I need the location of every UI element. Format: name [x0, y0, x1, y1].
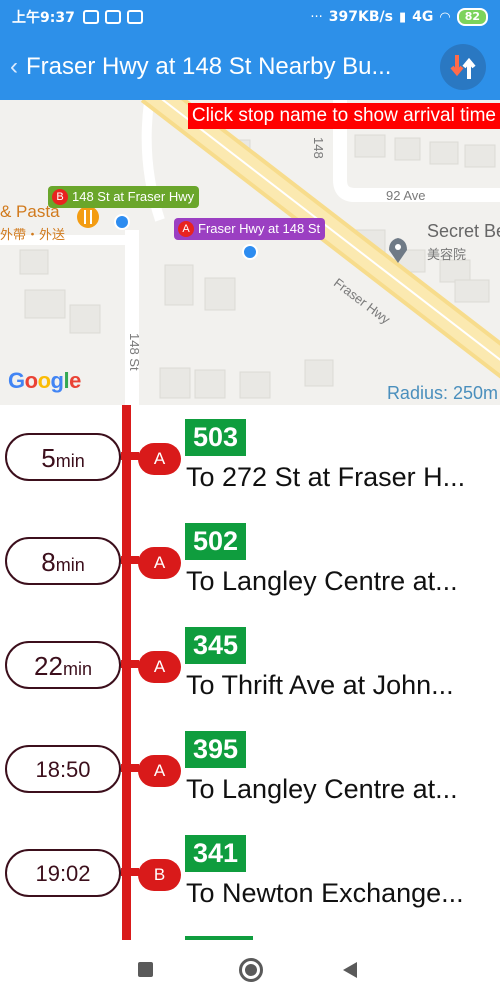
poi-secret-sub: 美容院: [427, 247, 467, 262]
radius-label: Radius: 250m: [386, 383, 498, 403]
arrival-time-value: 5: [41, 443, 56, 473]
google-logo: Google: [8, 368, 81, 393]
arrival-time-pill: 18:50: [5, 745, 121, 793]
timeline-connector: [121, 764, 139, 772]
route-destination: To Langley Centre at...: [186, 566, 458, 596]
arrival-time-value: 22: [34, 651, 63, 681]
arrival-time-value: 18:50: [35, 757, 91, 782]
arrival-row[interactable]: 22 min A 345 To Thrift Ave at John...: [0, 613, 500, 713]
route-number: 395: [185, 731, 247, 768]
network-speed: 397KB/s: [328, 9, 393, 25]
nav-back-icon[interactable]: [343, 962, 357, 978]
home-icon[interactable]: [239, 958, 263, 982]
route-destination: To 272 St at Fraser H...: [186, 462, 466, 492]
bus-stop-pin-b[interactable]: [114, 214, 130, 230]
stop-badge: A: [138, 443, 181, 475]
app-bar: ‹ Fraser Hwy at 148 St Nearby Bu...: [0, 34, 500, 100]
route-number: 502: [185, 523, 247, 560]
arrival-time-pill: 8 min: [5, 537, 121, 585]
arrival-time-value: 19:02: [35, 861, 91, 886]
arrival-time-pill: 5 min: [5, 433, 121, 481]
street-label-148-top: 148: [311, 137, 326, 159]
arrival-row[interactable]: 5 min A 503 To 272 St at Fraser H...: [0, 405, 500, 505]
stop-name-a: Fraser Hwy at 148 St: [198, 221, 321, 236]
network-type: 4G: [412, 9, 434, 25]
arrival-row[interactable]: 8 min A 502 To Langley Centre at...: [0, 509, 500, 609]
route-number: 503: [185, 419, 247, 456]
stop-marker-a[interactable]: A Fraser Hwy at 148 St: [174, 218, 326, 240]
timeline-connector: [121, 660, 139, 668]
arrival-time-unit: min: [62, 659, 92, 679]
signal-icon: ▮: [398, 9, 407, 25]
route-destination: To Langley Centre at...: [186, 774, 458, 804]
map-view[interactable]: Click stop name to show arrival time 148…: [0, 100, 500, 405]
sort-button[interactable]: [440, 44, 486, 90]
poi-secret-name: Secret Be: [427, 221, 500, 241]
street-label-92-ave: 92 Ave: [386, 188, 426, 203]
qr-icon: [104, 10, 121, 24]
notification-icon: [82, 10, 99, 24]
street-label-148-st: 148 St: [127, 333, 142, 371]
stop-letter-a: A: [178, 221, 194, 237]
stop-letter-b: B: [52, 189, 68, 205]
arrival-time-pill: 22 min: [5, 641, 121, 689]
poi-pasta-sub: 外帶・外送: [0, 227, 66, 242]
more-dots: ···: [310, 9, 323, 25]
timeline-connector: [121, 452, 139, 460]
arrival-time-unit: min: [55, 451, 85, 471]
stop-marker-b[interactable]: B 148 St at Fraser Hwy: [48, 186, 200, 208]
route-number: 345: [185, 627, 247, 664]
arrival-row[interactable]: 18:50 A 395 To Langley Centre at...: [0, 717, 500, 817]
bus-stop-pin-a[interactable]: [242, 244, 258, 260]
stop-badge: A: [138, 651, 181, 683]
arrival-row[interactable]: 19:02 B 341 To Newton Exchange...: [0, 821, 500, 921]
timeline-connector: [121, 556, 139, 564]
system-nav-bar: [0, 940, 500, 1000]
sort-arrows-icon: [450, 55, 476, 79]
page-title: Fraser Hwy at 148 St Nearby Bu...: [26, 53, 392, 80]
arrival-time-unit: min: [55, 555, 85, 575]
status-bar: 上午9:37 ··· 397KB/s ▮ 4G ◠ 82: [0, 0, 500, 34]
battery-indicator: 82: [456, 8, 488, 26]
stop-badge: A: [138, 755, 181, 787]
arrivals-list[interactable]: 5 min A 503 To 272 St at Fraser H... 8 min…: [0, 405, 500, 940]
route-destination: To Newton Exchange...: [186, 878, 464, 908]
stop-badge: B: [138, 859, 181, 891]
recents-icon[interactable]: [138, 962, 153, 977]
arrival-time-value: 8: [41, 547, 56, 577]
arrival-hint-banner: Click stop name to show arrival time: [187, 103, 500, 129]
route-number: 341: [185, 835, 247, 872]
arrival-time-pill: 19:02: [5, 849, 121, 897]
app-icon: [126, 10, 143, 24]
status-time: 上午9:37: [12, 10, 75, 26]
route-destination: To Thrift Ave at John...: [186, 670, 454, 700]
wifi-icon: ◠: [439, 9, 451, 25]
timeline-connector: [121, 868, 139, 876]
stop-badge: A: [138, 547, 181, 579]
stop-name-b: 148 St at Fraser Hwy: [72, 189, 195, 204]
back-icon[interactable]: ‹: [2, 47, 26, 87]
